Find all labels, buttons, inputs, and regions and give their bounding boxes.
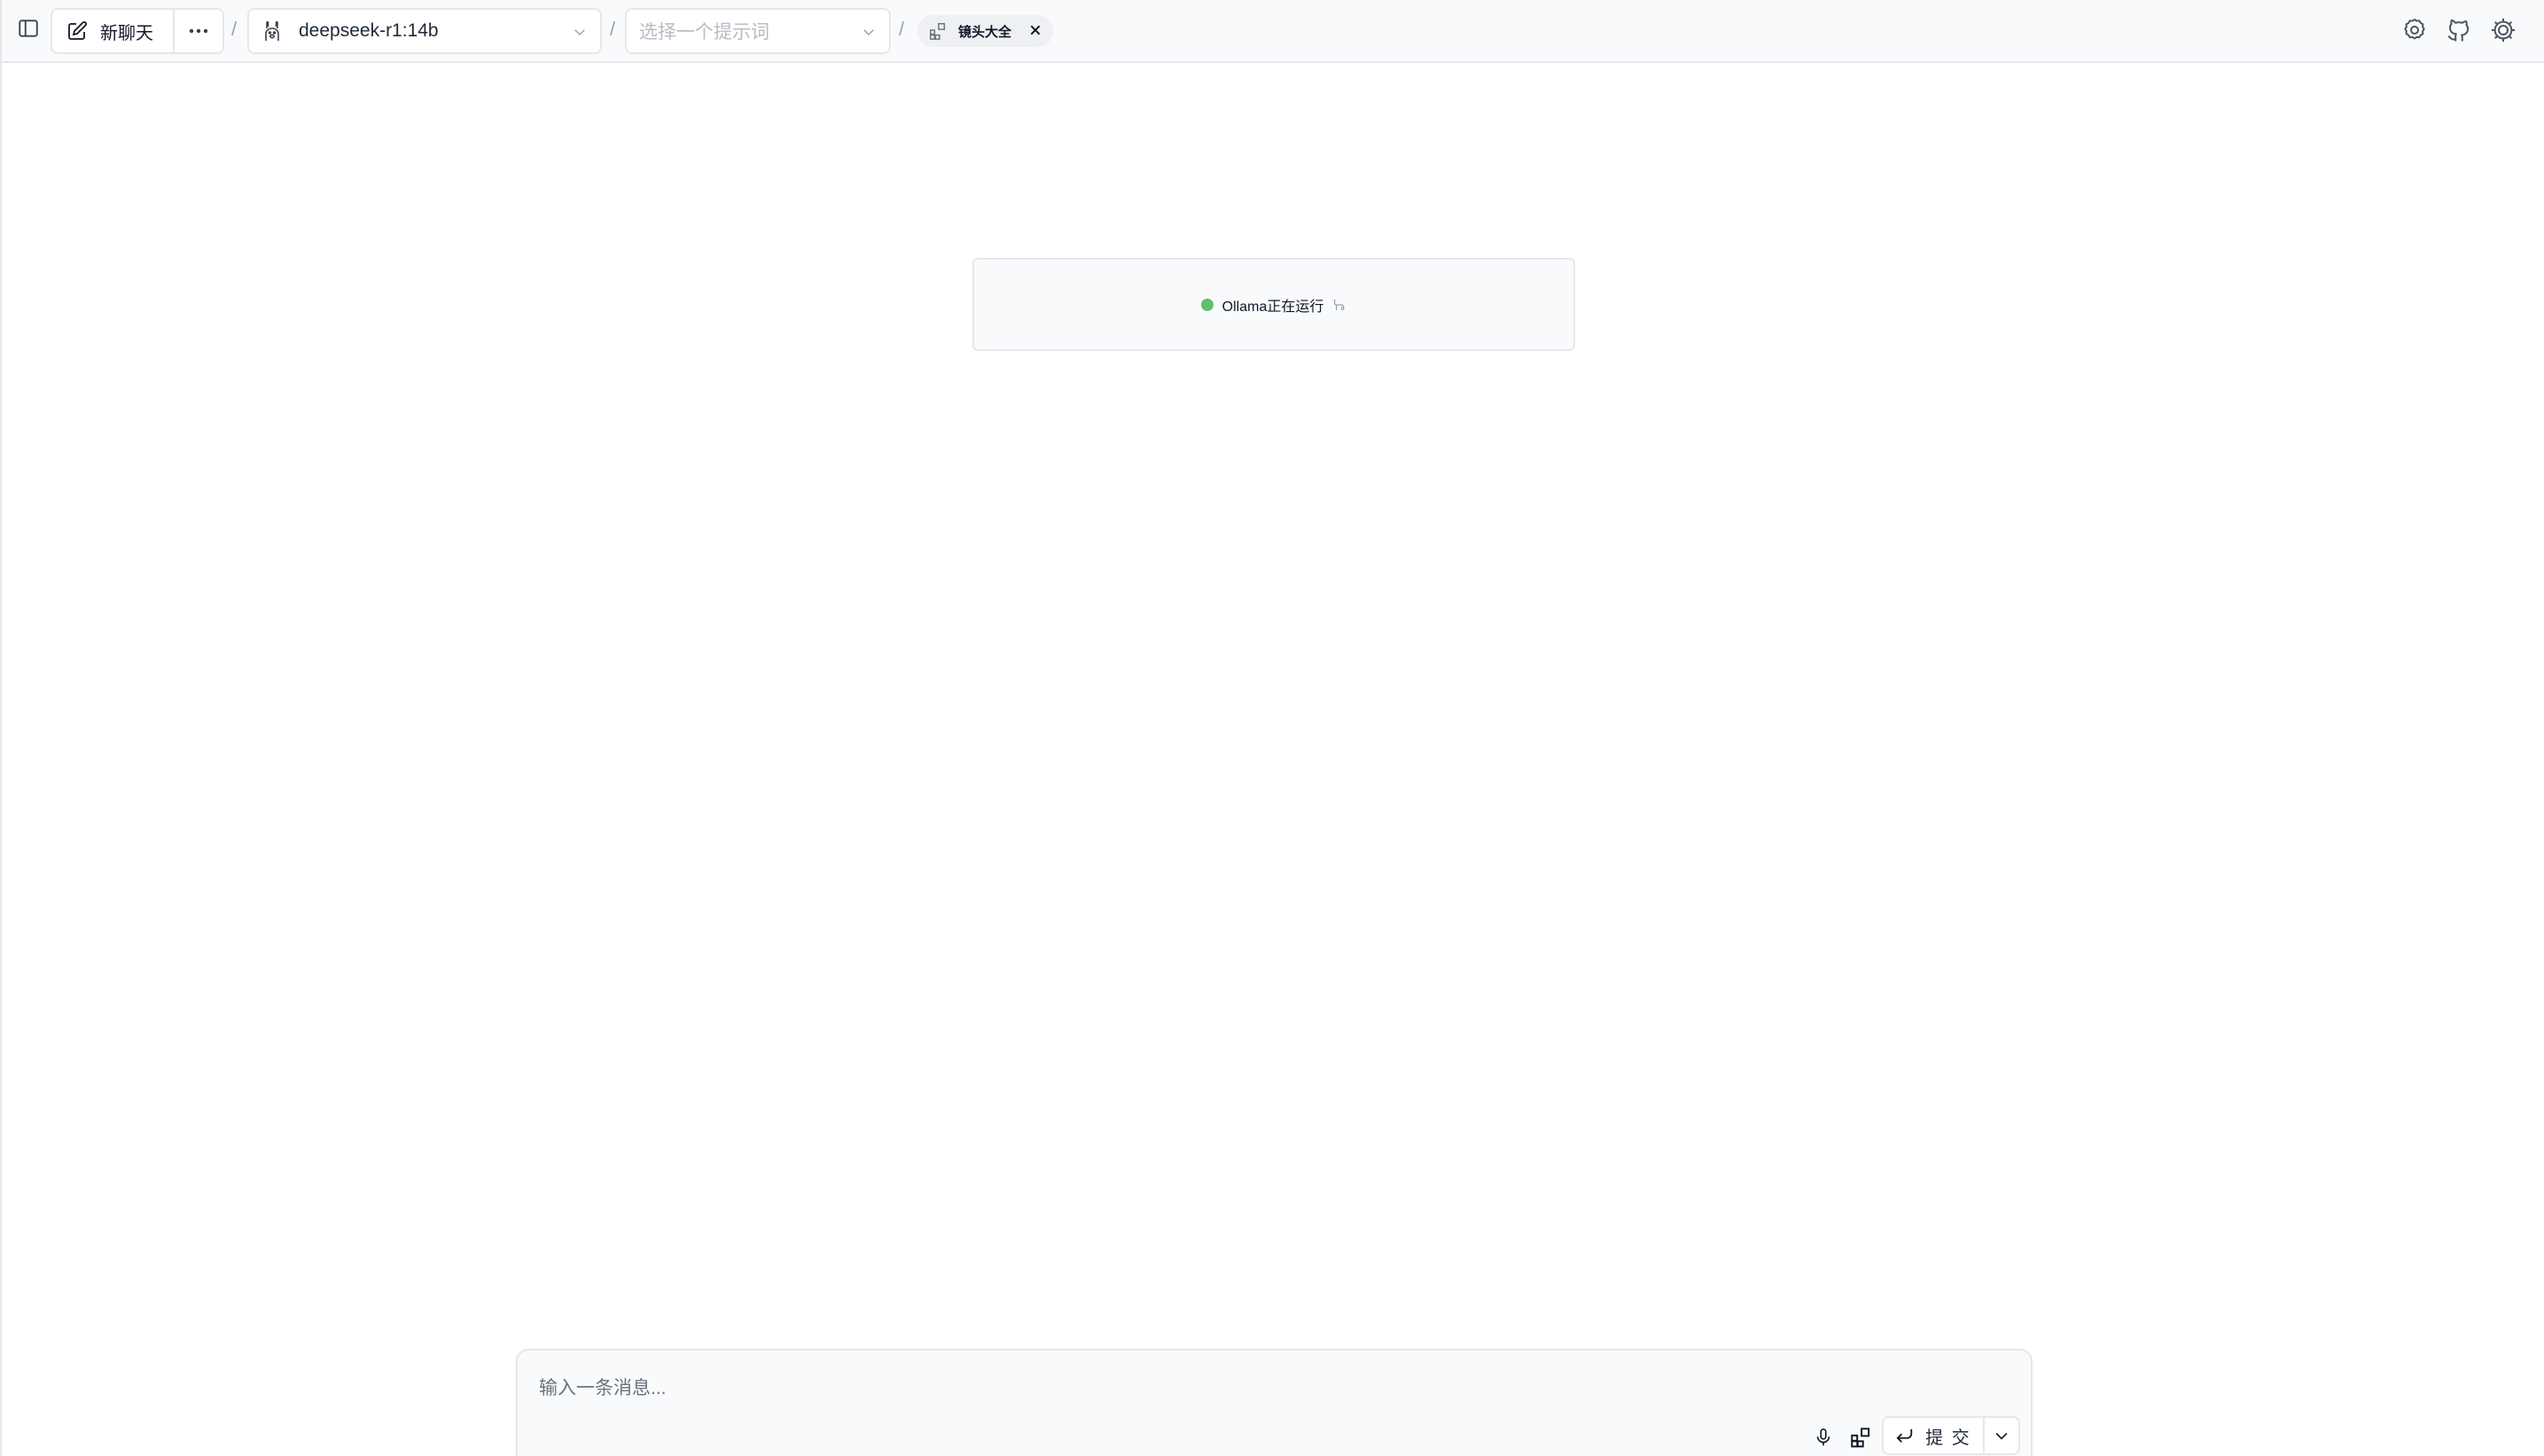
breadcrumb-separator: / bbox=[610, 18, 616, 40]
prompt-widget-button[interactable] bbox=[1843, 1421, 1878, 1453]
llama-icon bbox=[265, 20, 279, 41]
message-composer: 提 交 bbox=[516, 1349, 2033, 1456]
header-actions bbox=[2399, 14, 2519, 46]
theme-icon bbox=[2491, 18, 2516, 43]
llama-icon bbox=[1332, 298, 1346, 312]
model-select[interactable]: deepseek-r1:14b bbox=[247, 8, 602, 54]
widget-icon bbox=[930, 23, 946, 40]
chevron-down-icon bbox=[863, 29, 874, 36]
sidebar-toggle-button[interactable] bbox=[12, 12, 44, 44]
edit-icon bbox=[68, 21, 87, 40]
github-icon bbox=[2447, 19, 2469, 42]
enter-icon bbox=[1896, 1429, 1913, 1443]
settings-icon bbox=[2404, 18, 2425, 40]
model-select-value: deepseek-r1:14b bbox=[299, 20, 439, 41]
voice-input-button[interactable] bbox=[1807, 1421, 1839, 1453]
breadcrumb-separator: / bbox=[231, 18, 238, 40]
prompt-select[interactable]: 选择一个提示词 bbox=[625, 8, 891, 54]
sidebar-panel-icon bbox=[19, 19, 38, 37]
message-input[interactable] bbox=[539, 1374, 1869, 1409]
more-options-button[interactable] bbox=[175, 10, 222, 52]
microphone-icon bbox=[1816, 1429, 1830, 1446]
breadcrumb-separator: / bbox=[899, 18, 905, 40]
submit-options-button[interactable] bbox=[1985, 1418, 2018, 1453]
status-text: Ollama正在运行 bbox=[1221, 299, 1324, 315]
submit-label: 提 交 bbox=[1925, 1428, 1971, 1448]
top-toolbar: 新聊天 / deepseek-r1:14b / 选择一个提示词 / 镜头大全 bbox=[2, 0, 2544, 63]
app-window: 新聊天 / deepseek-r1:14b / 选择一个提示词 / 镜头大全 O… bbox=[0, 0, 2544, 1456]
chevron-down-icon bbox=[1995, 1432, 2008, 1440]
active-tag-chip[interactable]: 镜头大全 bbox=[917, 15, 1053, 47]
status-indicator-dot bbox=[1200, 298, 1213, 311]
new-chat-button-group: 新聊天 bbox=[51, 8, 224, 54]
theme-toggle-button[interactable] bbox=[2487, 14, 2519, 46]
tag-label: 镜头大全 bbox=[958, 24, 1012, 40]
github-button[interactable] bbox=[2443, 14, 2475, 46]
ollama-status-card: Ollama正在运行 bbox=[972, 258, 1575, 351]
widget-icon bbox=[1851, 1428, 1870, 1448]
prompt-select-placeholder: 选择一个提示词 bbox=[639, 22, 769, 43]
new-chat-label: 新聊天 bbox=[100, 23, 153, 43]
close-icon[interactable] bbox=[1028, 23, 1042, 37]
ellipsis-icon bbox=[189, 28, 208, 34]
settings-button[interactable] bbox=[2399, 14, 2431, 46]
submit-button-group: 提 交 bbox=[1882, 1416, 2020, 1455]
new-chat-button[interactable]: 新聊天 bbox=[52, 10, 175, 52]
submit-button[interactable]: 提 交 bbox=[1884, 1418, 1985, 1453]
chevron-down-icon bbox=[574, 29, 585, 36]
